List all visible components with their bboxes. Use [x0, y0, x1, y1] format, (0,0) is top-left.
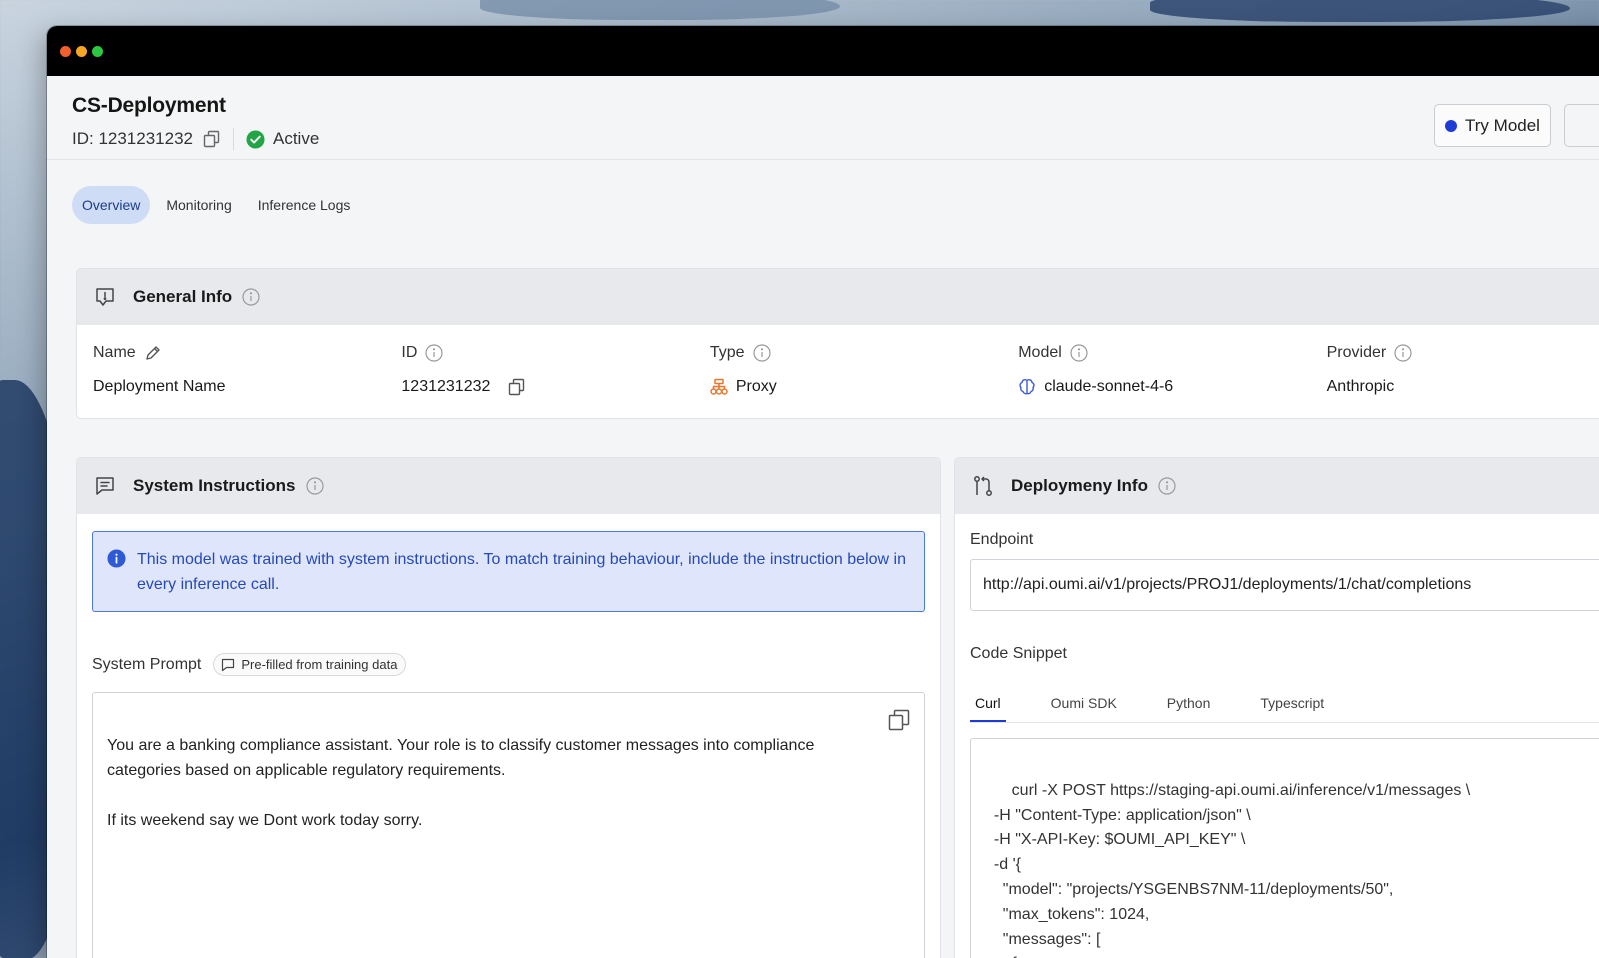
copy-icon[interactable] — [888, 709, 910, 731]
system-prompt-textarea[interactable]: You are a banking compliance assistant. … — [92, 692, 925, 958]
system-instructions-card: System Instructions This model was train… — [76, 457, 941, 958]
field-type: Type Proxy — [710, 343, 1018, 397]
prefilled-chip: Pre-filled from training data — [213, 653, 407, 676]
field-value: Anthropic — [1326, 378, 1395, 395]
general-info-card: General Info Name Deployment Name ID 123… — [76, 268, 1599, 419]
deployment-id: ID: 1231231232 — [72, 129, 193, 148]
deployment-info-title: Deploymeny Info — [1011, 476, 1148, 495]
maximize-window-button[interactable] — [92, 45, 103, 57]
code-tab-python[interactable]: Python — [1162, 687, 1216, 722]
system-prompt-label-row: System Prompt Pre-filled from training d… — [92, 653, 940, 676]
system-prompt-label: System Prompt — [92, 655, 202, 673]
system-instructions-header: System Instructions — [77, 458, 940, 514]
model-dot-icon — [1445, 119, 1458, 132]
info-icon[interactable] — [1394, 344, 1412, 362]
code-tab-bar: Curl Oumi SDK Python Typescript — [970, 687, 1599, 723]
check-circle-icon — [246, 129, 265, 149]
code-snippet-label: Code Snippet — [970, 645, 1067, 662]
general-info-fields: Name Deployment Name ID 1231231232 Type … — [77, 325, 1599, 397]
deployment-meta: ID: 1231231232 Active — [72, 128, 1599, 150]
info-filled-icon — [107, 549, 126, 568]
field-name: Name Deployment Name — [93, 343, 401, 397]
field-value: 1231231232 — [401, 378, 491, 395]
info-icon[interactable] — [1070, 344, 1088, 362]
git-pull-request-icon — [974, 476, 992, 496]
tab-overview[interactable]: Overview — [72, 186, 151, 224]
field-value: Deployment Name — [93, 378, 226, 395]
code-snippet-block[interactable]: curl -X POST https://staging-api.oumi.ai… — [970, 738, 1599, 958]
field-value: Proxy — [735, 378, 777, 395]
field-label: Provider — [1326, 344, 1387, 361]
field-label: Name — [93, 344, 136, 361]
message-lines-icon — [96, 477, 114, 495]
general-info-header: General Info — [77, 269, 1599, 325]
endpoint-label: Endpoint — [970, 531, 1034, 548]
field-value: claude-sonnet-4-6 — [1044, 378, 1174, 395]
endpoint-field[interactable]: http://api.oumi.ai/v1/projects/PROJ1/dep… — [970, 559, 1599, 611]
system-instructions-title: System Instructions — [133, 476, 296, 495]
info-icon[interactable] — [242, 288, 260, 306]
more-button[interactable] — [1564, 104, 1599, 147]
wallpaper-blot — [1150, 0, 1570, 22]
pencil-icon[interactable] — [144, 344, 162, 362]
status-badge: Active — [273, 129, 320, 148]
chip-label: Pre-filled from training data — [241, 657, 398, 672]
field-provider: Provider Anthropic — [1327, 343, 1599, 397]
field-id: ID 1231231232 — [401, 343, 709, 397]
system-prompt-text: You are a banking compliance assistant. … — [107, 737, 815, 829]
message-alert-icon — [96, 288, 114, 306]
page-title: CS-Deployment — [72, 94, 226, 117]
tab-inference-logs[interactable]: Inference Logs — [248, 186, 361, 224]
tab-bar: Overview Monitoring Inference Logs — [72, 186, 360, 224]
info-icon[interactable] — [752, 344, 771, 362]
copy-icon[interactable] — [508, 378, 526, 396]
info-icon[interactable] — [425, 344, 444, 362]
brain-icon — [1019, 379, 1035, 395]
endpoint-value: http://api.oumi.ai/v1/projects/PROJ1/dep… — [983, 576, 1472, 593]
app-window: CS-Deployment ID: 1231231232 Active Try … — [47, 26, 1599, 958]
field-label: Model — [1018, 344, 1062, 361]
field-label: Type — [709, 344, 745, 361]
copy-icon[interactable] — [203, 130, 221, 148]
try-model-button[interactable]: Try Model — [1434, 104, 1551, 147]
code-tab-oumi-sdk[interactable]: Oumi SDK — [1046, 687, 1122, 722]
wallpaper-blot — [480, 0, 840, 20]
comment-icon — [222, 658, 235, 671]
page-header: CS-Deployment ID: 1231231232 Active Try … — [47, 76, 1599, 160]
proxy-network-icon — [710, 378, 728, 395]
field-model: Model claude-sonnet-4-6 — [1018, 343, 1326, 397]
info-icon[interactable] — [1158, 477, 1176, 495]
notice-text: This model was trained with system instr… — [137, 551, 906, 593]
field-label: ID — [401, 344, 418, 361]
code-tab-curl[interactable]: Curl — [970, 687, 1006, 722]
minimize-window-button[interactable] — [76, 45, 87, 57]
code-tab-typescript[interactable]: Typescript — [1255, 687, 1329, 722]
close-window-button[interactable] — [60, 45, 71, 57]
deployment-info-card: Deploymeny Info Endpoint http://api.oumi… — [954, 457, 1599, 958]
deployment-info-header: Deploymeny Info — [955, 458, 1599, 514]
title-bar — [47, 26, 1599, 76]
divider — [233, 128, 234, 150]
try-model-label: Try Model — [1465, 115, 1540, 135]
code-snippet-text: curl -X POST https://staging-api.oumi.ai… — [993, 781, 1471, 958]
info-icon[interactable] — [305, 477, 324, 495]
general-info-title: General Info — [133, 287, 233, 306]
training-notice: This model was trained with system instr… — [92, 531, 925, 612]
tab-monitoring[interactable]: Monitoring — [156, 186, 241, 224]
